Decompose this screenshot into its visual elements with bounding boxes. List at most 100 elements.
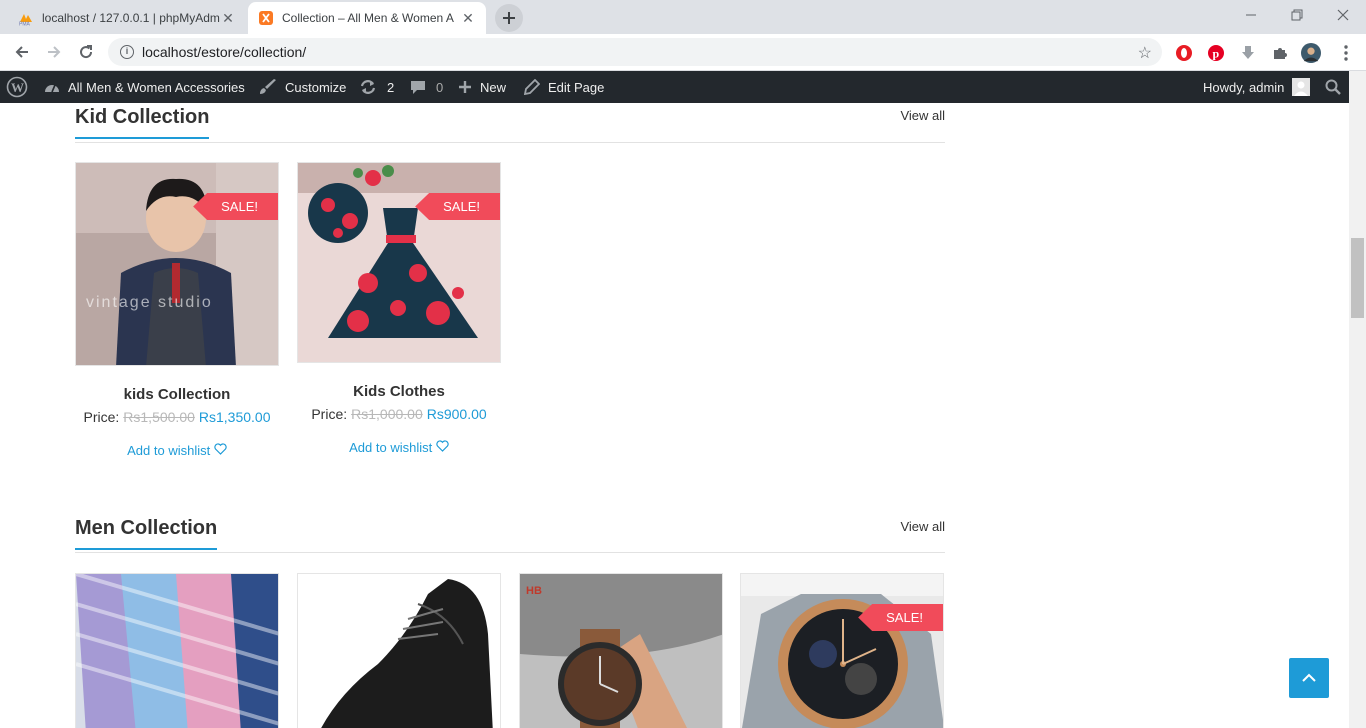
dashboard-gauge-icon xyxy=(45,84,59,93)
new-content-link[interactable]: New xyxy=(458,71,506,103)
sale-price: Rs900.00 xyxy=(426,406,487,422)
old-price: Rs1,500.00 xyxy=(123,409,195,425)
product-image[interactable]: vintage studio SALE! xyxy=(75,162,279,366)
wordpress-icon: W xyxy=(6,76,28,98)
user-avatar-icon xyxy=(1292,78,1311,96)
forward-button[interactable] xyxy=(40,38,68,66)
svg-text:HB: HB xyxy=(526,585,542,597)
heart-icon xyxy=(214,443,227,455)
section-title: Men Collection xyxy=(75,517,218,550)
sale-badge: SALE! xyxy=(858,604,943,631)
search-icon xyxy=(1325,79,1341,95)
tab-title: Collection – All Men & Women A xyxy=(282,11,454,25)
product-price: Price: Rs1,000.00 Rs900.00 xyxy=(297,406,501,422)
price-label: Price: xyxy=(83,409,120,425)
updates-refresh-icon xyxy=(360,80,376,94)
men-collection-header: Men Collection View all xyxy=(75,513,945,553)
tab-collection[interactable]: Collection – All Men & Women A ✕ xyxy=(248,2,486,34)
comments-link[interactable]: 0 xyxy=(410,71,443,103)
add-to-wishlist-link[interactable]: Add to wishlist xyxy=(297,440,501,455)
my-account-link[interactable]: Howdy, admin xyxy=(1203,71,1311,103)
wishlist-label: Add to wishlist xyxy=(349,440,433,455)
updates-link[interactable]: 2 xyxy=(359,71,394,103)
pinterest-extension-icon[interactable]: p xyxy=(1206,43,1226,63)
product-image[interactable]: SALE! xyxy=(740,573,944,728)
product-image[interactable]: SALE! xyxy=(297,162,501,363)
reload-icon xyxy=(80,45,93,59)
view-all-link[interactable]: View all xyxy=(900,519,945,534)
minimize-button[interactable] xyxy=(1228,0,1274,30)
customize-label: Customize xyxy=(285,79,347,95)
svg-text:W: W xyxy=(11,80,24,95)
product-card: SALE! Kids Clothes Price: Rs1,000.00 Rs900… xyxy=(297,162,501,462)
bookmark-star-icon[interactable]: ☆ xyxy=(1138,43,1152,63)
back-button[interactable] xyxy=(8,38,36,66)
product-image[interactable] xyxy=(297,573,501,728)
section-title: Kid Collection xyxy=(75,106,210,139)
plus-icon xyxy=(459,81,471,93)
product-name[interactable]: kids Collection xyxy=(75,386,279,403)
pencil-icon xyxy=(524,79,540,95)
scrollbar-thumb[interactable] xyxy=(1351,238,1364,318)
sale-price: Rs1,350.00 xyxy=(198,409,271,425)
gold-watch-image xyxy=(741,574,943,728)
close-window-button[interactable] xyxy=(1320,0,1366,30)
search-button[interactable] xyxy=(1325,71,1349,103)
product-card: HB xyxy=(519,573,723,728)
sale-badge: SALE! xyxy=(415,193,500,220)
view-all-link[interactable]: View all xyxy=(900,108,945,123)
download-extension-icon[interactable] xyxy=(1238,43,1258,63)
customize-link[interactable]: Customize xyxy=(259,71,346,103)
wordpress-logo-button[interactable]: W xyxy=(6,71,36,103)
back-to-top-button[interactable] xyxy=(1289,658,1329,698)
minimize-icon xyxy=(1246,14,1256,16)
product-card: vintage studio SALE! kids Collection Pri… xyxy=(75,162,279,462)
url-text: localhost/estore/collection/ xyxy=(142,44,307,60)
site-name-link[interactable]: All Men & Women Accessories xyxy=(44,71,245,103)
product-price: Price: Rs1,500.00 Rs1,350.00 xyxy=(75,409,279,425)
svg-text:p: p xyxy=(1213,47,1220,61)
add-to-wishlist-link[interactable]: Add to wishlist xyxy=(75,443,279,458)
sale-badge: SALE! xyxy=(193,193,278,220)
close-tab-icon[interactable]: ✕ xyxy=(220,10,236,26)
edit-page-label: Edit Page xyxy=(548,79,605,95)
price-label: Price: xyxy=(311,406,348,422)
browser-tab-strip: PMA localhost / 127.0.0.1 | phpMyAdm ✕ C… xyxy=(0,0,1366,34)
browser-menu-icon[interactable] xyxy=(1336,43,1356,63)
tab-title: localhost / 127.0.0.1 | phpMyAdm xyxy=(42,11,220,25)
svg-text:PMA: PMA xyxy=(19,22,31,27)
info-icon[interactable]: i xyxy=(120,45,134,59)
reload-button[interactable] xyxy=(72,38,100,66)
new-tab-button[interactable] xyxy=(495,4,523,32)
page-scrollbar[interactable] xyxy=(1349,71,1366,728)
leather-shoe-image xyxy=(298,574,500,728)
edit-page-link[interactable]: Edit Page xyxy=(524,71,604,103)
xampp-icon xyxy=(259,11,273,25)
phpmyadmin-icon: PMA xyxy=(19,14,32,27)
arrow-right-icon xyxy=(48,46,61,58)
tab-phpmyadmin[interactable]: PMA localhost / 127.0.0.1 | phpMyAdm ✕ xyxy=(8,2,246,34)
comments-count: 0 xyxy=(436,79,444,95)
wishlist-label: Add to wishlist xyxy=(127,443,211,458)
page-content: Kid Collection View all vintage studio S… xyxy=(0,103,1350,728)
arrow-left-icon xyxy=(15,46,28,58)
opera-extension-icon[interactable] xyxy=(1174,43,1194,63)
chevron-up-icon xyxy=(1302,673,1316,682)
plus-icon xyxy=(503,12,515,24)
close-tab-icon[interactable]: ✕ xyxy=(460,10,476,26)
kid-collection-header: Kid Collection View all xyxy=(75,103,945,143)
profile-avatar[interactable] xyxy=(1301,43,1321,63)
restore-icon xyxy=(1291,9,1303,21)
product-image[interactable]: HB xyxy=(519,573,723,728)
restore-button[interactable] xyxy=(1274,0,1320,30)
product-name[interactable]: Kids Clothes xyxy=(297,383,501,400)
puzzle-extensions-icon[interactable] xyxy=(1270,43,1290,63)
product-image[interactable] xyxy=(75,573,279,728)
updates-count: 2 xyxy=(387,79,395,95)
product-card xyxy=(297,573,501,728)
site-name: All Men & Women Accessories xyxy=(68,79,245,95)
product-card xyxy=(75,573,279,728)
address-bar[interactable]: i localhost/estore/collection/ ☆ xyxy=(108,38,1162,66)
paintbrush-icon xyxy=(260,79,276,94)
close-icon xyxy=(1337,9,1349,21)
